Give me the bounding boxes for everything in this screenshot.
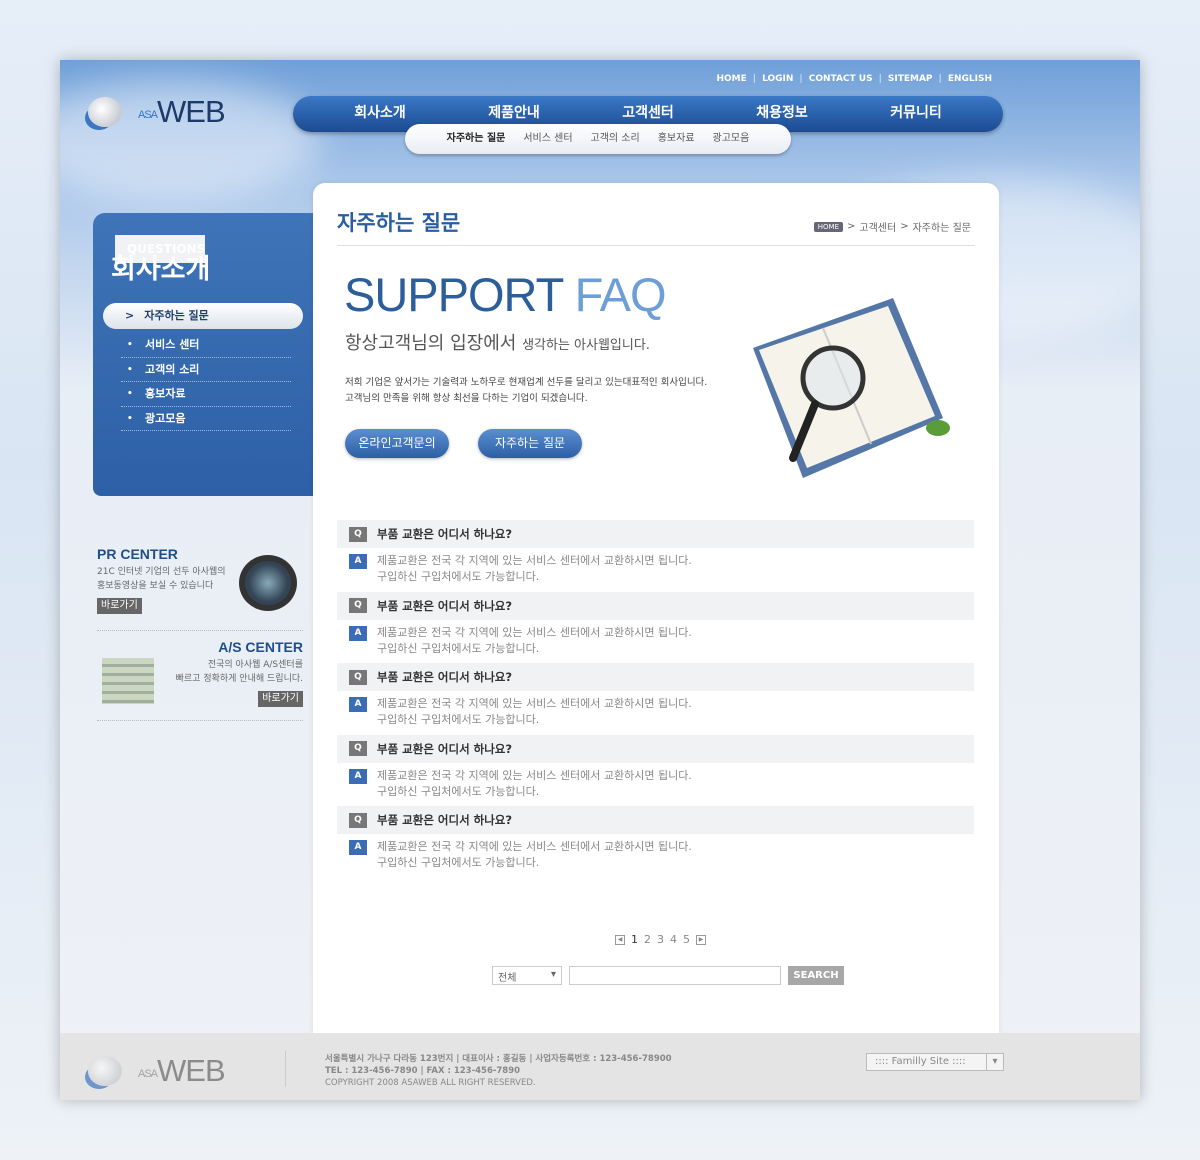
footer-logo: ASA WEB bbox=[88, 1053, 226, 1089]
faq-question[interactable]: Q 부품 교환은 어디서 하나요? bbox=[337, 591, 974, 620]
sub-nav: 자주하는 질문 서비스 센터 고객의 소리 홍보자료 광고모음 bbox=[405, 124, 791, 154]
subnav-service[interactable]: 서비스 센터 bbox=[523, 124, 572, 154]
faq-item: Q 부품 교환은 어디서 하나요? A 제품교환은 전국 각 지역에 있는 서비스 … bbox=[337, 520, 974, 592]
faq-question[interactable]: Q 부품 교환은 어디서 하나요? bbox=[337, 806, 974, 834]
caret-down-icon: ▾ bbox=[550, 969, 556, 980]
book-magnifier-icon bbox=[753, 298, 950, 478]
faq-question[interactable]: Q 부품 교환은 어디서 하나요? bbox=[337, 520, 974, 548]
prev-page-icon[interactable]: ◀ bbox=[615, 934, 625, 945]
a-badge: A bbox=[349, 840, 367, 855]
a-badge: A bbox=[349, 554, 367, 569]
search-bar: 전체 ▾ SEARCH bbox=[492, 966, 844, 985]
subnav-voice[interactable]: 고객의 소리 bbox=[591, 124, 640, 154]
logo[interactable]: ASA WEB bbox=[88, 94, 226, 130]
faq-answer: A 제품교환은 전국 각 지역에 있는 서비스 센터에서 교환하시면 됩니다. 구입… bbox=[337, 763, 974, 800]
faq-answer: A 제품교환은 전국 각 지역에 있는 서비스 센터에서 교환하시면 됩니다. 구입… bbox=[337, 620, 974, 657]
faq-item: Q 부품 교환은 어디서 하나요? A 제품교환은 전국 각 지역에 있는 서비스 … bbox=[337, 806, 974, 878]
subnav-ads[interactable]: 광고모음 bbox=[713, 124, 750, 154]
page-4[interactable]: 4 bbox=[670, 933, 677, 946]
page-2[interactable]: 2 bbox=[644, 933, 651, 946]
books-plant-icon bbox=[102, 658, 154, 704]
search-input[interactable] bbox=[569, 966, 781, 985]
util-english[interactable]: ENGLISH bbox=[948, 74, 992, 84]
breadcrumb-current: 자주하는 질문 bbox=[912, 223, 971, 234]
family-site-select[interactable]: :::: Familly Site :::: bbox=[866, 1053, 1004, 1071]
util-contact[interactable]: CONTACT US bbox=[809, 74, 873, 84]
divider bbox=[97, 720, 303, 721]
faq-answer: A 제품교환은 전국 각 지역에 있는 서비스 센터에서 교환하시면 됩니다. 구입… bbox=[337, 548, 974, 585]
page-1[interactable]: 1 bbox=[631, 933, 638, 946]
q-badge: Q bbox=[349, 812, 367, 828]
page-3[interactable]: 3 bbox=[657, 933, 664, 946]
utility-nav: HOME | LOGIN | CONTACT US | SITEMAP | ENGLIS… bbox=[716, 74, 992, 84]
side-item-pr[interactable]: 홍보자료 bbox=[121, 382, 291, 407]
faq-question[interactable]: Q 부품 교환은 어디서 하나요? bbox=[337, 663, 974, 691]
side-item-faq[interactable]: > 자주하는 질문 bbox=[103, 303, 303, 329]
subnav-faq[interactable]: 자주하는 질문 bbox=[447, 124, 506, 154]
chevron-right-icon: > bbox=[125, 309, 135, 322]
q-badge: Q bbox=[349, 741, 367, 756]
divider bbox=[285, 1051, 286, 1087]
page-5[interactable]: 5 bbox=[683, 933, 690, 946]
headphones-icon bbox=[239, 555, 297, 611]
content-panel: 자주하는 질문 HOME > 고객센터 > 자주하는 질문 SUPPORT FAQ … bbox=[313, 183, 999, 1093]
divider bbox=[337, 245, 975, 246]
page-frame: ASA WEB HOME | LOGIN | CONTACT US | SITEMAP |… bbox=[60, 60, 1140, 1100]
faq-item: Q 부품 교환은 어디서 하나요? A 제품교환은 전국 각 지역에 있는 서비스 … bbox=[337, 734, 974, 807]
breadcrumb-home[interactable]: HOME bbox=[813, 221, 844, 232]
faq-item: Q 부품 교환은 어디서 하나요? A 제품교환은 전국 각 지역에 있는 서비스 … bbox=[337, 591, 974, 664]
faq-answer: A 제품교환은 전국 각 지역에 있는 서비스 센터에서 교환하시면 됩니다. 구입… bbox=[337, 691, 974, 728]
as-center-banner: A/S CENTER 전국의 아사웹 A/S센터를 빠르고 정확하게 안내해 드… bbox=[97, 640, 303, 707]
q-badge: Q bbox=[349, 669, 367, 685]
side-item-voice[interactable]: 고객의 소리 bbox=[121, 358, 291, 382]
search-category-select[interactable]: 전체 ▾ bbox=[492, 966, 562, 985]
q-badge: Q bbox=[349, 598, 367, 613]
subnav-pr[interactable]: 홍보자료 bbox=[658, 124, 695, 154]
online-inquiry-button[interactable]: 온라인고객문의 bbox=[345, 429, 449, 458]
q-badge: Q bbox=[349, 526, 367, 542]
pr-center-banner: PR CENTER 21C 인터넷 기업의 선두 아사웹의 홍보동영상을 보실 … bbox=[97, 547, 303, 614]
page-title: 자주하는 질문 bbox=[337, 211, 461, 235]
faq-list: Q 부품 교환은 어디서 하나요? A 제품교환은 전국 각 지역에 있는 서비스 … bbox=[337, 520, 974, 878]
breadcrumb-support[interactable]: 고객센터 bbox=[859, 219, 896, 234]
nav-community[interactable]: 커뮤니티 bbox=[849, 96, 983, 132]
pr-go-button[interactable]: 바로가기 bbox=[97, 598, 142, 614]
divider bbox=[97, 630, 303, 631]
side-menu: QUESTIONS 회사소개 >자주하는 질문 서비스 센터 고객의 소리 홍보… bbox=[93, 213, 315, 496]
globe-icon bbox=[88, 97, 122, 127]
hero-lead: 항상고객님의 입장에서 생각하는 아사웹입니다. bbox=[345, 333, 650, 354]
side-item-ads[interactable]: 광고모음 bbox=[121, 407, 291, 431]
a-badge: A bbox=[349, 697, 367, 712]
globe-icon bbox=[88, 1056, 122, 1086]
breadcrumb: HOME > 고객센터 > 자주하는 질문 bbox=[813, 219, 971, 234]
util-home[interactable]: HOME bbox=[716, 74, 746, 84]
faq-question[interactable]: Q 부품 교환은 어디서 하나요? bbox=[337, 734, 974, 763]
a-badge: A bbox=[349, 625, 367, 641]
as-go-button[interactable]: 바로가기 bbox=[258, 691, 303, 707]
side-item-service[interactable]: 서비스 센터 bbox=[121, 333, 291, 358]
footer: ASA WEB 서울특별시 가나구 다라동 123번지 | 대표이사 : 홍길동 … bbox=[60, 1033, 1140, 1100]
util-sitemap[interactable]: SITEMAP bbox=[888, 74, 933, 84]
pagination: ◀ 1 2 3 4 5 ▶ bbox=[615, 933, 706, 946]
hero-title: SUPPORT FAQ bbox=[344, 268, 667, 321]
faq-answer: A 제품교환은 전국 각 지역에 있는 서비스 센터에서 교환하시면 됩니다. 구입… bbox=[337, 834, 974, 871]
next-page-icon[interactable]: ▶ bbox=[696, 934, 706, 945]
side-title: 회사소개 bbox=[111, 254, 211, 285]
search-button[interactable]: SEARCH bbox=[788, 966, 844, 985]
hero-description: 저희 기업은 앞서가는 기술력과 노하우로 현재업계 선두를 달리고 있는대표적… bbox=[345, 377, 708, 404]
footer-info: 서울특별시 가나구 다라동 123번지 | 대표이사 : 홍길동 | 사업자등록… bbox=[325, 1054, 672, 1088]
faq-item: Q 부품 교환은 어디서 하나요? A 제품교환은 전국 각 지역에 있는 서비스 … bbox=[337, 663, 974, 735]
util-login[interactable]: LOGIN bbox=[762, 74, 793, 84]
a-badge: A bbox=[349, 768, 367, 784]
faq-button[interactable]: 자주하는 질문 bbox=[478, 429, 582, 458]
